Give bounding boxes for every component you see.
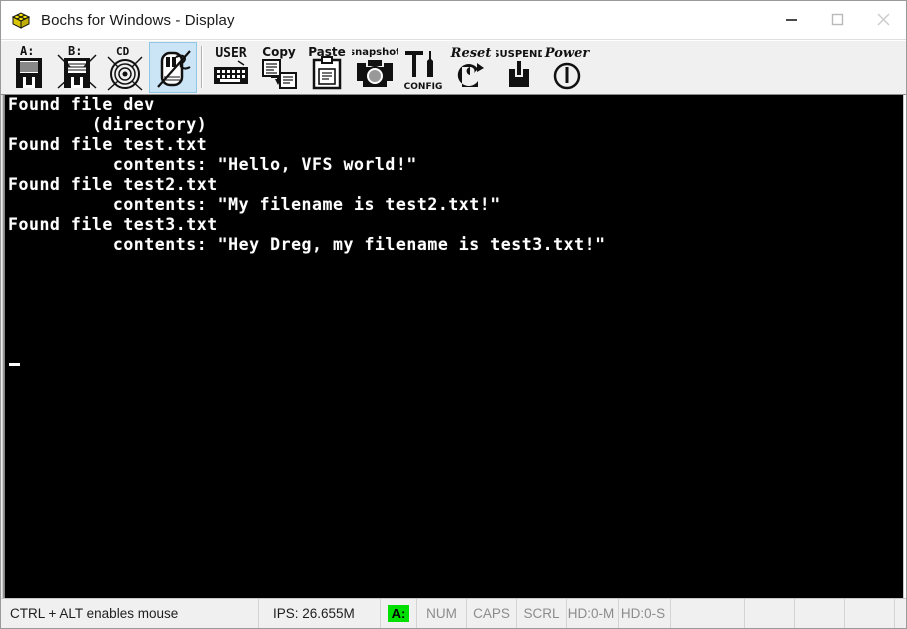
vga-screen[interactable]: Found file dev (directory) Found file te… <box>5 95 904 598</box>
svg-text:snapshot: snapshot <box>352 47 398 58</box>
window-title: Bochs for Windows - Display <box>41 11 235 29</box>
status-message: CTRL + ALT enables mouse <box>1 599 259 628</box>
drive-led-label: A: <box>387 605 410 622</box>
status-disk-master-label: HD:0-M <box>567 606 615 621</box>
suspend-icon: SUSPEND <box>496 49 542 87</box>
toolbar-button-cdrom[interactable]: CD <box>101 42 149 93</box>
status-blank-1 <box>671 599 745 628</box>
toolbar-button-user[interactable]: USER <box>207 42 255 93</box>
camera-icon: snapshot <box>352 47 398 87</box>
toolbar-empty-area <box>591 41 906 94</box>
copy-icon: Copy <box>262 45 297 89</box>
status-ips: IPS: 26.655M <box>259 599 381 628</box>
toolbar-button-floppy-a[interactable]: A: <box>5 42 53 93</box>
minimize-button[interactable] <box>768 1 814 38</box>
status-indicator-num: NUM <box>417 599 467 628</box>
reset-arrow-icon: Reset <box>450 46 492 87</box>
toolbar: A: B: CD USER Copy Paste napsho CONFIG R… <box>1 40 906 95</box>
toolbar-button-floppy-b[interactable]: B: <box>53 42 101 93</box>
status-blank-3 <box>795 599 845 628</box>
close-button[interactable] <box>860 1 906 38</box>
toolbar-button-snapshot[interactable]: snapshot <box>351 42 399 93</box>
status-blank-4 <box>845 599 895 628</box>
svg-text:CD: CD <box>116 45 130 58</box>
mouse-disabled-icon <box>157 50 191 88</box>
status-blank-5 <box>895 599 906 628</box>
svg-text:Reset: Reset <box>450 46 492 61</box>
toolbar-button-copy[interactable]: Copy <box>255 42 303 93</box>
svg-text:B:: B: <box>68 44 82 58</box>
power-icon: Power <box>544 46 590 90</box>
status-disk-slave: HD:0-S <box>619 599 671 628</box>
floppy-disk-b-icon: B: <box>57 44 97 89</box>
toolbar-button-config[interactable]: CONFIG <box>399 42 447 93</box>
keyboard-icon: USER <box>214 46 248 84</box>
title-bar: Bochs for Windows - Display <box>1 1 906 40</box>
svg-text:Power: Power <box>544 46 590 61</box>
svg-text:Copy: Copy <box>262 45 296 59</box>
console-output: Found file dev (directory) Found file te… <box>8 95 606 254</box>
status-indicator-caps: CAPS <box>467 599 517 628</box>
svg-text:USER: USER <box>215 46 246 61</box>
svg-text:SUSPEND: SUSPEND <box>496 49 542 60</box>
toolbar-button-reset[interactable]: Reset <box>447 42 495 93</box>
status-disk-master: HD:0-M <box>567 599 619 628</box>
status-bar: CTRL + ALT enables mouse IPS: 26.655M A:… <box>1 598 906 628</box>
floppy-disk-a-icon: A: <box>16 44 42 88</box>
status-disk-slave-label: HD:0-S <box>620 606 666 621</box>
maximize-button[interactable] <box>814 1 860 38</box>
toolbar-separator <box>201 46 203 88</box>
status-drive-led: A: <box>381 599 417 628</box>
bochs-window: Bochs for Windows - Display A: B: CD USE… <box>0 0 907 629</box>
status-indicator-scrl: SCRL <box>517 599 567 628</box>
toolbar-button-paste[interactable]: Paste <box>303 42 351 93</box>
tools-icon: CONFIG <box>404 51 443 92</box>
display-area: Found file dev (directory) Found file te… <box>1 95 906 598</box>
toolbar-button-mouse[interactable] <box>149 42 197 93</box>
toolbar-button-suspend[interactable]: SUSPEND <box>495 42 543 93</box>
cdrom-icon: CD <box>107 45 143 91</box>
paste-icon: Paste <box>308 45 346 90</box>
svg-text:A:: A: <box>20 44 34 58</box>
text-cursor <box>9 363 20 366</box>
bochs-box-icon <box>10 9 32 31</box>
svg-text:CONFIG: CONFIG <box>404 82 443 92</box>
toolbar-button-power[interactable]: Power <box>543 42 591 93</box>
status-blank-2 <box>745 599 795 628</box>
window-controls <box>768 1 906 39</box>
